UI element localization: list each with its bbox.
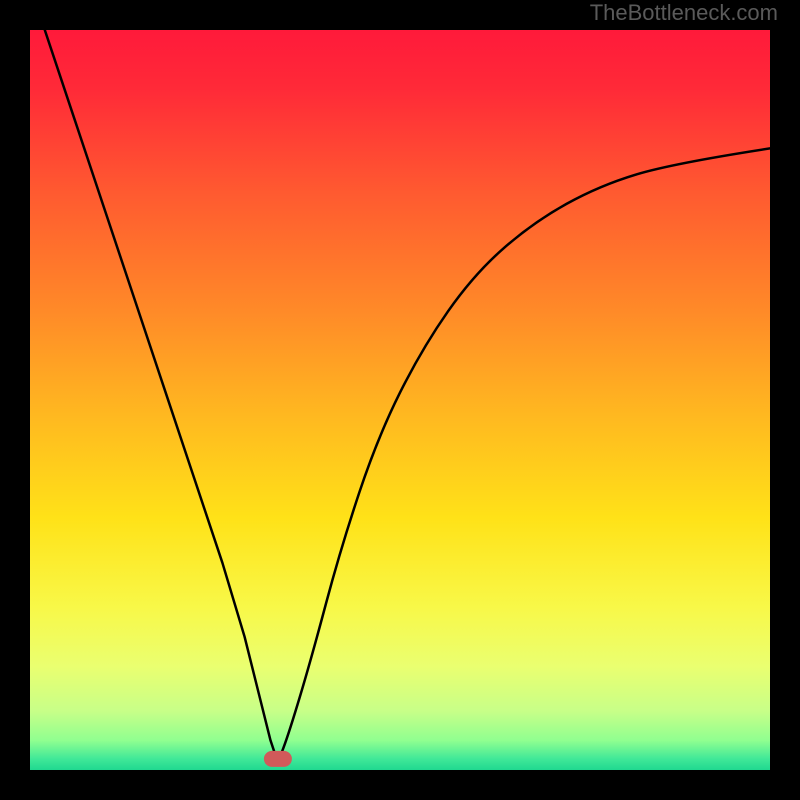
watermark-text: TheBottleneck.com [590, 0, 778, 28]
plot-area [30, 30, 770, 770]
plot-svg [30, 30, 770, 770]
gradient-background [30, 30, 770, 770]
cusp-marker [264, 751, 292, 767]
chart-frame: TheBottleneck.com [0, 0, 800, 800]
